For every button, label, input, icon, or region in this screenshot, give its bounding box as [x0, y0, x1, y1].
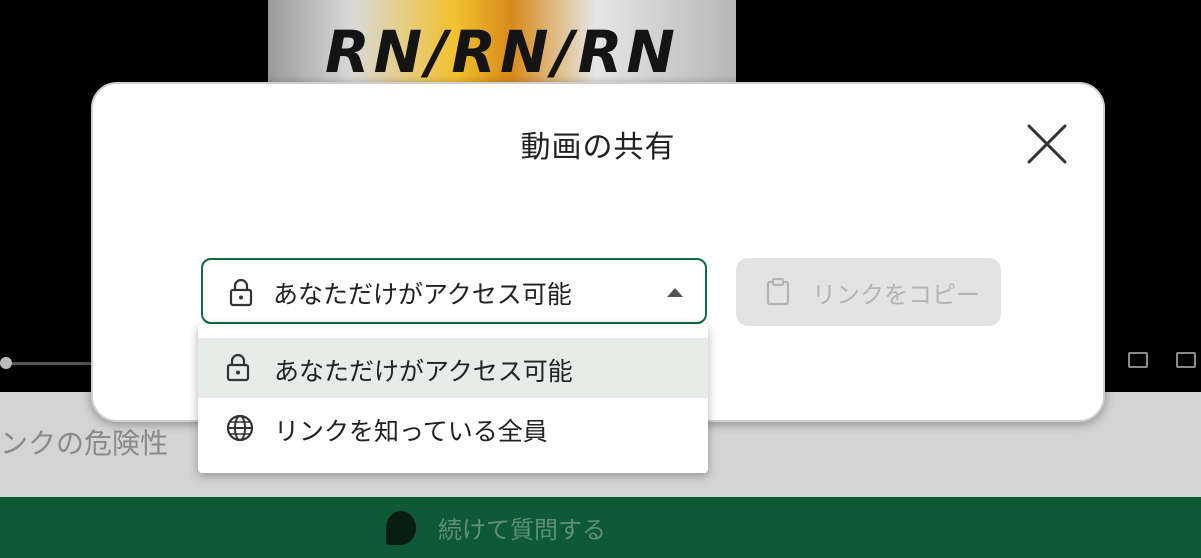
copy-link-button[interactable]: リンクをコピー — [736, 258, 1001, 326]
video-progress-handle — [0, 357, 12, 369]
background-action-bar: 続けて質問する — [0, 497, 1201, 558]
lock-icon — [229, 278, 253, 311]
dialog-title: 動画の共有 — [520, 130, 676, 165]
access-level-dropdown: あなただけがアクセス可能 リンクを知っている全員 — [198, 324, 708, 473]
option-anyone-with-link[interactable]: リンクを知っている全員 — [198, 398, 708, 458]
access-level-value: あなただけがアクセス可能 — [273, 280, 572, 309]
background-action-label: 続けて質問する — [438, 516, 606, 544]
assistant-icon — [386, 511, 416, 545]
copy-link-label: リンクをコピー — [812, 281, 980, 309]
video-thumbnail: RN/RN/RN — [268, 0, 736, 82]
background-content-text: ンクの危険性 — [0, 427, 169, 460]
caret-up-icon — [667, 288, 683, 297]
globe-icon — [226, 414, 254, 446]
close-icon — [1027, 124, 1067, 164]
clipboard-icon — [766, 277, 790, 310]
lock-icon — [226, 353, 250, 386]
close-button[interactable] — [1023, 120, 1071, 168]
option-only-you[interactable]: あなただけがアクセス可能 — [198, 338, 708, 398]
option-label: リンクを知っている全員 — [274, 417, 548, 446]
miniplayer-icon — [1128, 352, 1148, 368]
option-label: あなただけがアクセス可能 — [274, 357, 573, 386]
fullscreen-icon — [1176, 352, 1196, 368]
thumbnail-text: RN/RN/RN — [325, 18, 679, 82]
access-level-select[interactable]: あなただけがアクセス可能 — [201, 258, 707, 324]
